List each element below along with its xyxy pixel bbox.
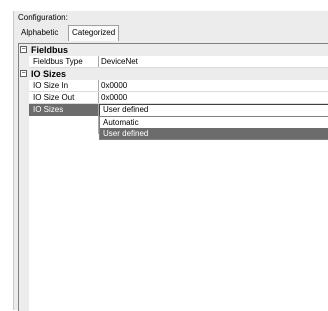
property-row-fieldbus-type[interactable]: Fieldbus Type DeviceNet: [19, 56, 328, 68]
tab-alphabetic[interactable]: Alphabetic: [18, 26, 61, 40]
dropdown-option-automatic[interactable]: Automatic: [100, 117, 328, 128]
configuration-panel: Configuration: Alphabetic Categorized − …: [13, 11, 328, 311]
property-row-io-size-in[interactable]: IO Size In 0x0000: [19, 80, 328, 92]
combobox-value: User defined: [103, 105, 149, 114]
property-row-io-sizes[interactable]: IO Sizes User defined: [19, 104, 328, 117]
property-row-io-size-out[interactable]: IO Size Out 0x0000: [19, 92, 328, 104]
property-grid: − Fieldbus Fieldbus Type DeviceNet − IO …: [18, 43, 328, 311]
property-name: IO Sizes: [33, 105, 64, 114]
category-fieldbus[interactable]: − Fieldbus: [19, 44, 328, 56]
category-label: IO Sizes: [31, 69, 67, 79]
collapse-icon[interactable]: −: [20, 46, 27, 53]
panel-title: Configuration:: [18, 13, 68, 22]
collapse-icon[interactable]: −: [20, 70, 27, 77]
dropdown-option-user-defined[interactable]: User defined: [100, 128, 328, 139]
category-io-sizes[interactable]: − IO Sizes: [19, 68, 328, 80]
io-sizes-dropdown-list: Automatic User defined: [99, 116, 328, 140]
category-label: Fieldbus: [31, 45, 69, 55]
tab-categorized[interactable]: Categorized: [68, 25, 120, 41]
